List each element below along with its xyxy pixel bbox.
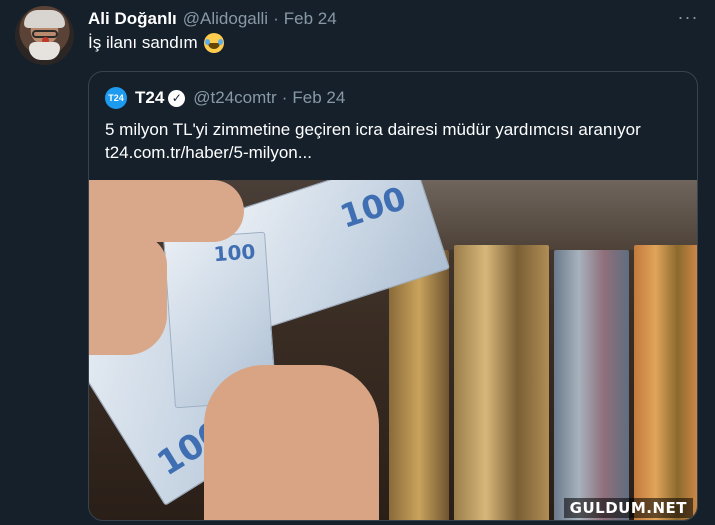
more-options-icon[interactable]: ··· xyxy=(675,6,701,28)
author-name[interactable]: Ali Doğanlı xyxy=(88,9,177,29)
banknote-value: 100 xyxy=(212,239,257,267)
quoted-tweet-text: 5 milyon TL'yi zimmetine geçiren icra da… xyxy=(105,118,690,164)
quoted-author-name[interactable]: T24 xyxy=(135,88,164,108)
hand xyxy=(89,180,244,242)
quoted-tweet[interactable]: T24 T24 ✓ @t24comtr · Feb 24 5 milyon TL… xyxy=(88,71,698,521)
banknote-value: 100 xyxy=(335,180,411,236)
tweet-header: Ali Doğanlı @Alidogalli · Feb 24 xyxy=(88,8,695,30)
author-handle[interactable]: @Alidogalli xyxy=(183,9,268,29)
cash-stack xyxy=(554,250,629,520)
avatar-hair xyxy=(24,10,65,28)
t24-logo-icon: T24 xyxy=(105,87,127,109)
quoted-link[interactable]: t24.com.tr/haber/5-milyon... xyxy=(105,141,690,164)
laughing-emoji-icon xyxy=(203,33,224,53)
avatar[interactable] xyxy=(15,6,74,65)
quoted-image[interactable]: 100 100 100 GULDUM.NET xyxy=(89,180,697,520)
hand xyxy=(89,235,167,355)
quoted-author-handle[interactable]: @t24comtr xyxy=(193,88,276,108)
hand xyxy=(204,365,379,520)
tweet-text: İş ilanı sandım xyxy=(88,33,224,53)
quoted-tweet-header: T24 T24 ✓ @t24comtr · Feb 24 xyxy=(105,86,345,110)
separator-dot: · xyxy=(281,88,288,107)
tweet-text-content: İş ilanı sandım xyxy=(88,33,198,52)
watermark: GULDUM.NET xyxy=(563,498,693,518)
tweet[interactable]: Ali Doğanlı @Alidogalli · Feb 24 ··· İş … xyxy=(0,0,715,525)
cash-stack xyxy=(634,245,697,520)
avatar-beard xyxy=(29,42,60,60)
verified-badge-icon: ✓ xyxy=(168,89,186,107)
cash-stack xyxy=(454,245,549,520)
cash-stack xyxy=(389,250,449,520)
separator-dot: · xyxy=(273,9,279,28)
quoted-date[interactable]: Feb 24 xyxy=(292,88,345,108)
quoted-text-line: 5 milyon TL'yi zimmetine geçiren icra da… xyxy=(105,120,641,139)
tweet-date[interactable]: Feb 24 xyxy=(284,9,337,29)
